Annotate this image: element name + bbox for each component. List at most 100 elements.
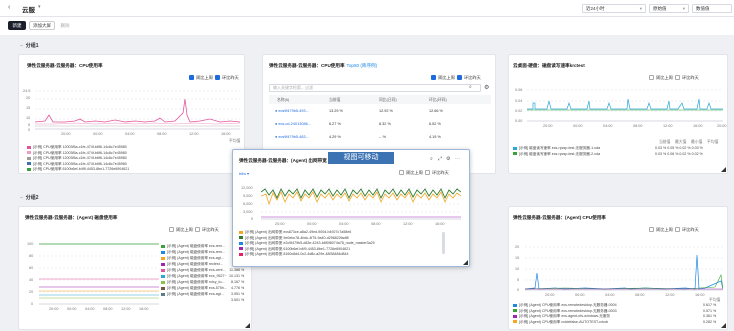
sort-select[interactable]: 数值值 — [692, 4, 732, 13]
compare-legend: 周比上周 环比昨天 — [189, 75, 239, 81]
y-tick: 60 — [29, 266, 34, 270]
y-tick: 12,000 — [241, 186, 253, 190]
compare-legend: 周比上周 环比昨天 — [169, 227, 219, 233]
col-current[interactable]: 当前值 — [329, 98, 340, 103]
col-mom[interactable]: 环比(环同) — [429, 98, 447, 103]
legend-scrollbar[interactable] — [442, 232, 445, 254]
series-legend: [示例] 磁盘读写速率 ecs-rpcsp-test-无服务器-1-vda [示… — [513, 146, 600, 157]
y-tick: 0 — [31, 302, 34, 306]
y-tick: 40 — [29, 278, 34, 282]
y-tick: 10 — [515, 267, 520, 271]
floating-chart-panel[interactable]: 弹性云服务器-云服务器：(Agent) 出网带宽 ⌕ ⤢ ⚙ ⋯ bit/s ▾… — [232, 149, 470, 267]
card-title: 云桌面-硬盘：磁盘读写速率krctest — [513, 63, 585, 68]
settings-icon[interactable]: ⚙ — [446, 156, 450, 162]
group-header-1[interactable]: – 分组1 — [20, 42, 39, 49]
chevron-down-icon: ▾ — [639, 6, 642, 11]
table-cell[interactable]: ● ecs-cd-24013086… — [275, 122, 312, 126]
resize-handle[interactable] — [721, 167, 726, 172]
legend-item[interactable]: [示例] CPU使用率 6100b6ef-b4f9-4453-8be1-7726… — [27, 167, 129, 173]
x-tick: 20:00 — [275, 222, 285, 226]
card-title: 弹性云服务器-云服务器：CPU使用率 — [27, 63, 103, 68]
y-tick: 15 — [26, 106, 31, 110]
period-select[interactable]: 原始值 ▾ — [649, 4, 689, 13]
compare-legend: 周比上周 环比昨天 — [431, 75, 481, 81]
add-screen-button[interactable]: 添加大屏 — [29, 21, 55, 30]
legend-values: 0.617 % 0.571 % 0.361 % 0.282 % — [703, 303, 717, 324]
table-cell: 6.52 % — [429, 122, 441, 126]
back-icon[interactable]: ‹ — [8, 4, 10, 11]
chevron-down-icon: ▾ — [682, 6, 685, 11]
y-tick: 0 — [517, 288, 520, 292]
top-bar: ‹ 云服 ▾ 近24小时 ▾ 原始值 ▾ 数值值 — [0, 0, 734, 17]
collapse-icon[interactable]: – — [20, 195, 23, 201]
checkbox-icon[interactable] — [425, 170, 431, 176]
fullscreen-icon[interactable]: ⤢ — [438, 156, 442, 162]
checkbox-icon[interactable] — [189, 75, 194, 81]
unit-select[interactable]: bit/s ▾ — [239, 171, 249, 176]
delete-button[interactable]: 删除 — [58, 21, 72, 30]
checkbox-icon[interactable] — [431, 75, 436, 81]
x-tick: 00:00 — [93, 132, 103, 136]
resize-handle[interactable] — [245, 323, 250, 328]
checkbox-icon[interactable] — [215, 75, 221, 81]
table-cell: 8.32 % — [379, 122, 391, 126]
y-tick: 5 — [517, 278, 520, 282]
checkbox-icon[interactable] — [649, 75, 654, 81]
group-header-2[interactable]: – 分组2 — [20, 194, 39, 201]
y-tick: 20 — [29, 290, 34, 294]
x-tick: 16:00 — [695, 293, 705, 297]
checkbox-icon[interactable] — [649, 227, 654, 233]
col-name[interactable]: 名称(6) — [277, 98, 289, 103]
toolbar — [0, 17, 734, 35]
x-tick: 20:00 — [543, 124, 553, 128]
series-legend: [示例] (Agent) CPU使用率 ecs-remotedesktop-无服… — [513, 303, 617, 325]
x-tick: 04:00 — [603, 124, 613, 128]
resize-handle[interactable] — [721, 323, 726, 328]
search-icon[interactable]: ⌕ — [469, 84, 472, 90]
col-yoy[interactable]: 同比(日同) — [379, 98, 397, 103]
x-tick: 08:00 — [103, 307, 113, 311]
x-tick: 12:00 — [121, 307, 131, 311]
y-tick: 24.5 — [23, 89, 31, 93]
create-button[interactable]: 新建 — [8, 21, 26, 30]
table-cell: 4.19 % — [429, 135, 441, 139]
table-cell: 6.27 % — [329, 122, 341, 126]
table-cell[interactable]: ● ecs9f479b5-483… — [275, 135, 309, 139]
y-tick: 10 — [26, 116, 31, 120]
checkbox-icon[interactable] — [457, 75, 463, 81]
checkbox-icon[interactable] — [675, 227, 681, 233]
collapse-icon[interactable]: – — [20, 43, 23, 49]
x-tick: 16:00 — [693, 124, 703, 128]
x-tick: 04:00 — [125, 132, 135, 136]
col-min: 最小值 — [691, 140, 703, 144]
dashboard-title[interactable]: 云服 — [22, 4, 35, 14]
zoom-icon[interactable]: ⌕ — [430, 156, 433, 162]
checkbox-icon[interactable] — [675, 75, 681, 81]
settings-icon[interactable]: ⚙ — [484, 84, 489, 91]
y-tick: 80 — [29, 254, 34, 258]
search-input[interactable]: 输入关键字检索，过滤 — [269, 84, 481, 92]
checkbox-icon[interactable] — [169, 227, 174, 233]
y-tick: 9,000 — [243, 194, 253, 198]
legend-item[interactable]: [示例] (Agent) 磁盘使用率 ecs-agt... — [161, 291, 227, 297]
bandwidth-chart — [261, 187, 461, 220]
average-label: 平均值 — [229, 139, 241, 143]
chevron-down-icon[interactable]: ▾ — [38, 4, 41, 10]
legend-item[interactable]: [示例] (Agent) CPU使用率 rcddefalse-AUTOTEST-… — [513, 320, 617, 326]
y-tick: 0.04 — [515, 99, 523, 103]
y-tick: 3,000 — [243, 210, 253, 214]
x-tick: 16:00 — [139, 307, 149, 311]
checkbox-icon[interactable] — [399, 170, 404, 176]
x-tick: 16:00 — [435, 222, 445, 226]
legend-item[interactable]: [示例] 磁盘读写速率 ecs-rpcsp-test-无服务器-2-vda — [513, 152, 600, 158]
resize-handle[interactable] — [463, 260, 468, 265]
x-tick: 08:00 — [633, 124, 643, 128]
time-range-select[interactable]: 近24小时 ▾ — [582, 4, 646, 13]
table-cell[interactable]: ● ecs9f479b5-493… — [275, 109, 309, 113]
legend-item[interactable]: [示例] (Agent) 出网带宽 8160c8d4-0c2-4d8c-a29e… — [239, 252, 375, 258]
x-tick: 20:00 — [49, 307, 59, 311]
more-icon[interactable]: ⋯ — [455, 156, 460, 162]
checkbox-icon[interactable] — [195, 227, 201, 233]
disk-bar-chart — [527, 89, 723, 122]
disk-line-chart — [39, 243, 159, 305]
